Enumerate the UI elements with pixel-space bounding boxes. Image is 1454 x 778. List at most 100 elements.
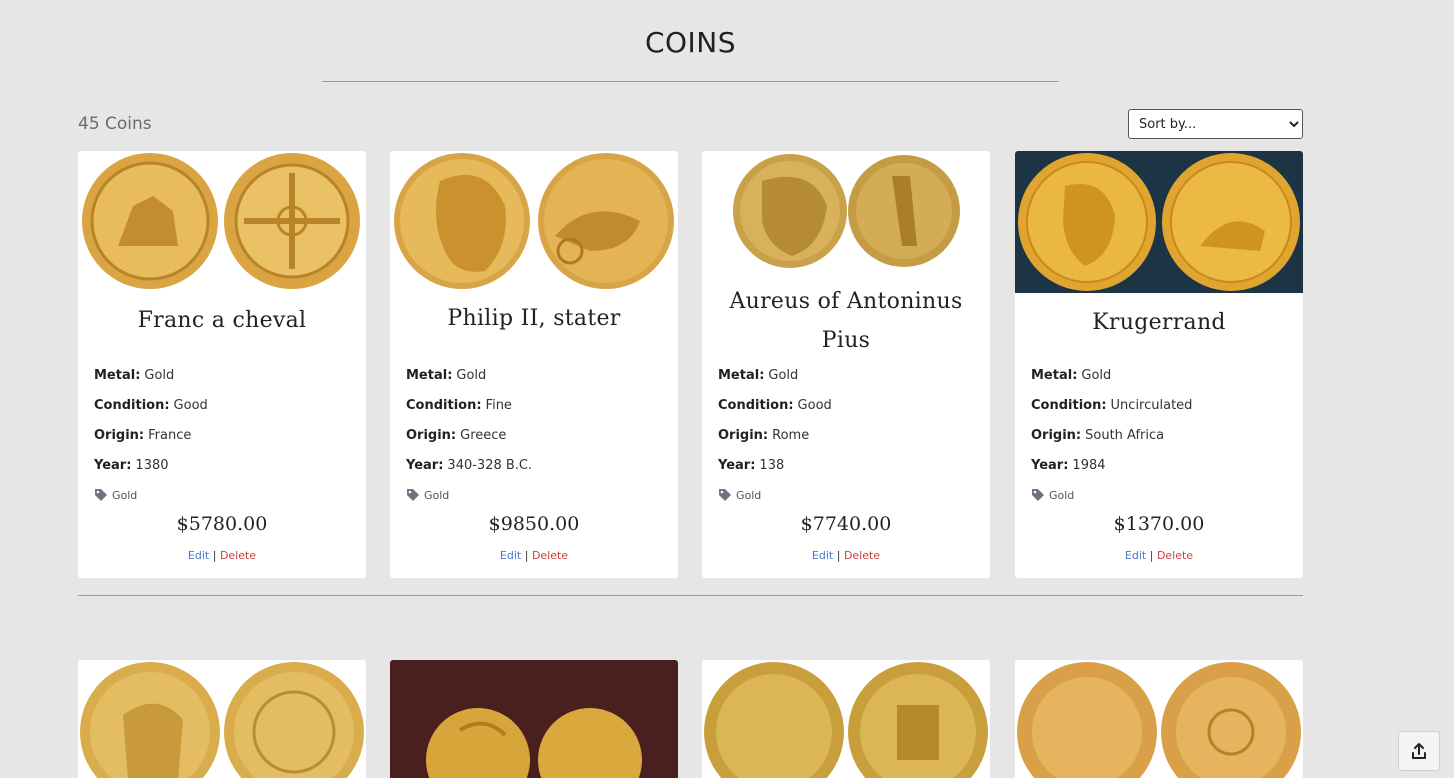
year-label: Year: (718, 458, 756, 473)
coin-card[interactable] (390, 660, 678, 778)
condition-value: Good (797, 398, 832, 413)
upload-arrow-icon (1412, 743, 1426, 759)
origin-label: Origin: (718, 428, 769, 443)
coin-price: $9850.00 (488, 513, 580, 535)
condition-label: Condition: (718, 398, 794, 413)
card-actions: Edit | Delete (1015, 549, 1303, 562)
origin-label: Origin: (406, 428, 457, 443)
card-actions: Edit | Delete (390, 549, 678, 562)
scroll-to-top-button[interactable] (1398, 731, 1440, 771)
coin-card[interactable]: Franc a cheval Metal: Gold Condition: Good… (78, 151, 366, 578)
metal-row: Metal: Gold (406, 368, 486, 383)
coin-image (78, 151, 366, 293)
coin-card[interactable] (1015, 660, 1303, 778)
metal-row: Metal: Gold (718, 368, 798, 383)
coin-image (1015, 151, 1303, 293)
year-row: Year: 1380 (94, 458, 169, 473)
section-divider (78, 595, 1303, 596)
year-label: Year: (406, 458, 444, 473)
metal-label: Metal: (406, 368, 453, 383)
tag-chip: Gold (1031, 488, 1074, 502)
year-row: Year: 1984 (1031, 458, 1106, 473)
coin-card[interactable]: Philip II, stater Metal: Gold Condition: F… (390, 151, 678, 578)
title-divider (322, 81, 1059, 82)
origin-row: Origin: South Africa (1031, 428, 1164, 443)
coin-name: Aureus of Antoninus Pius (729, 289, 963, 353)
sort-select[interactable]: Sort by... (1128, 109, 1303, 139)
year-value: 138 (759, 458, 785, 473)
coin-image (78, 660, 366, 778)
tag-chip: Gold (718, 488, 761, 502)
condition-value: Fine (485, 398, 512, 413)
tag-icon (407, 489, 419, 501)
coin-name: Philip II, stater (447, 306, 621, 331)
origin-row: Origin: France (94, 428, 191, 443)
condition-label: Condition: (406, 398, 482, 413)
year-value: 1380 (135, 458, 169, 473)
tag-icon (95, 489, 107, 501)
origin-value: Greece (460, 428, 507, 443)
metal-row: Metal: Gold (94, 368, 174, 383)
coin-image (390, 660, 678, 778)
coin-card[interactable] (78, 660, 366, 778)
edit-link[interactable]: Edit (812, 549, 833, 562)
metal-label: Metal: (718, 368, 765, 383)
metal-label: Metal: (94, 368, 141, 383)
coin-card[interactable]: Aureus of Antoninus Pius Metal: Gold Cond… (702, 151, 990, 578)
coin-name: Krugerrand (1092, 310, 1226, 335)
condition-label: Condition: (1031, 398, 1107, 413)
coin-price: $1370.00 (1113, 513, 1205, 535)
condition-value: Uncirculated (1110, 398, 1193, 413)
tag-label: Gold (736, 488, 762, 502)
origin-value: France (148, 428, 192, 443)
origin-row: Origin: Greece (406, 428, 506, 443)
action-separator: | (524, 549, 529, 562)
action-separator: | (1149, 549, 1154, 562)
origin-row: Origin: Rome (718, 428, 809, 443)
condition-row: Condition: Uncirculated (1031, 398, 1192, 413)
metal-label: Metal: (1031, 368, 1078, 383)
card-actions: Edit | Delete (78, 549, 366, 562)
year-label: Year: (94, 458, 132, 473)
metal-value: Gold (768, 368, 799, 383)
condition-value: Good (173, 398, 208, 413)
delete-link[interactable]: Delete (532, 549, 568, 562)
coin-card[interactable]: Krugerrand Metal: Gold Condition: Uncircul… (1015, 151, 1303, 578)
edit-link[interactable]: Edit (188, 549, 209, 562)
condition-row: Condition: Good (718, 398, 832, 413)
edit-link[interactable]: Edit (1125, 549, 1146, 562)
origin-value: Rome (772, 428, 810, 443)
tag-icon (719, 489, 731, 501)
coin-price: $5780.00 (176, 513, 268, 535)
delete-link[interactable]: Delete (844, 549, 880, 562)
metal-value: Gold (456, 368, 487, 383)
coin-card[interactable] (702, 660, 990, 778)
origin-label: Origin: (94, 428, 145, 443)
coin-image (702, 151, 990, 293)
condition-row: Condition: Good (94, 398, 208, 413)
coin-image (702, 660, 990, 778)
tag-chip: Gold (406, 488, 449, 502)
origin-label: Origin: (1031, 428, 1082, 443)
coin-price: $7740.00 (800, 513, 892, 535)
origin-value: South Africa (1085, 428, 1165, 443)
tag-label: Gold (112, 488, 138, 502)
condition-label: Condition: (94, 398, 170, 413)
card-actions: Edit | Delete (702, 549, 990, 562)
edit-link[interactable]: Edit (500, 549, 521, 562)
action-separator: | (836, 549, 841, 562)
coin-count: 45 Coins (78, 114, 152, 134)
tag-icon (1032, 489, 1044, 501)
year-row: Year: 138 (718, 458, 784, 473)
coin-image (1015, 660, 1303, 778)
delete-link[interactable]: Delete (220, 549, 256, 562)
year-row: Year: 340-328 B.C. (406, 458, 532, 473)
delete-link[interactable]: Delete (1157, 549, 1193, 562)
year-value: 340-328 B.C. (447, 458, 533, 473)
action-separator: | (212, 549, 217, 562)
year-label: Year: (1031, 458, 1069, 473)
tag-chip: Gold (94, 488, 137, 502)
page-title: COINS (644, 26, 737, 59)
tag-label: Gold (424, 488, 450, 502)
coin-name: Franc a cheval (137, 308, 307, 333)
